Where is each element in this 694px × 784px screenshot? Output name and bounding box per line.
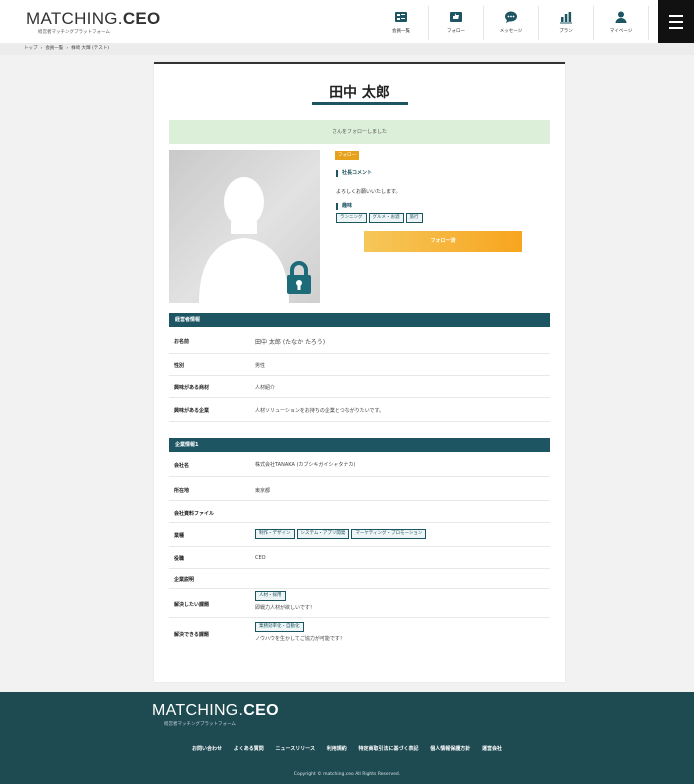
nav-plan[interactable]: プラン bbox=[539, 6, 594, 40]
hobby-tag: 旅行 bbox=[405, 213, 423, 223]
row-label: 会社資料ファイル bbox=[174, 511, 215, 517]
nav-message[interactable]: メッセージ bbox=[484, 6, 539, 40]
footer-logo[interactable]: MATCHING.CEO 経営者マッチングプラットフォーム bbox=[152, 702, 279, 727]
row-label: 業種 bbox=[174, 533, 185, 539]
table-row: 興味がある商材 人材紹介 bbox=[169, 376, 550, 398]
footer-link-company[interactable]: 運営会社 bbox=[482, 746, 502, 752]
lock-icon bbox=[287, 261, 311, 294]
table-row: 役職 CEO bbox=[169, 547, 550, 569]
plan-icon bbox=[560, 12, 572, 24]
message-icon bbox=[505, 11, 517, 23]
table-row: 企業説明 bbox=[169, 569, 550, 589]
industry-tags: 制作・デザイン システム・アプリ開発 マーケティング・プロモーション bbox=[255, 529, 427, 539]
company-name-value: 株式会社TANAKA (カブシキガイシャタナカ) bbox=[255, 462, 356, 468]
nav-plan-label: プラン bbox=[559, 29, 573, 34]
row-label: 所在地 bbox=[174, 488, 190, 494]
footer-logo-light: MATCHING. bbox=[152, 702, 244, 719]
profile-card: 田中 太郎 さんをフォローしました フォロー 社長コメント よろしくお願いいたし… bbox=[154, 62, 565, 682]
site-logo[interactable]: MATCHING.CEO 経営者マッチングプラットフォーム bbox=[26, 10, 161, 35]
breadcrumb-member-list[interactable]: 会員一覧 bbox=[45, 46, 63, 51]
location-value: 東京都 bbox=[255, 488, 271, 494]
footer-link-tokushoho[interactable]: 特定商取引法に基づく表記 bbox=[359, 746, 419, 752]
copyright: Copyright © matching.ceo All Rights Rese… bbox=[293, 772, 401, 777]
industry-tag: システム・アプリ開発 bbox=[296, 529, 350, 539]
row-label: 役職 bbox=[174, 556, 185, 562]
breadcrumb-current: 株崎 大輝 (テスト) bbox=[71, 46, 109, 51]
chevron-right-icon: › bbox=[40, 46, 43, 51]
menu-icon bbox=[669, 15, 683, 17]
table-row: 所在地 東京都 bbox=[169, 477, 550, 501]
row-label: 性別 bbox=[174, 363, 185, 369]
page-title: 田中 太郎 bbox=[329, 85, 390, 101]
hobby-tag: グルメ・お酒 bbox=[368, 213, 404, 223]
table-row: 会社名 株式会社TANAKA (カブシキガイシャタナカ) bbox=[169, 452, 550, 477]
logo-text-bold: CEO bbox=[122, 9, 161, 28]
footer-links: お問い合わせ よくある質問 ニュースリリース 利用規約 特定商取引法に基づく表記… bbox=[0, 745, 694, 752]
table-row: 業種 制作・デザイン システム・アプリ開発 マーケティング・プロモーション bbox=[169, 523, 550, 547]
hobby-tags: ランニング グルメ・お酒 旅行 bbox=[336, 213, 423, 223]
footer-link-faq[interactable]: よくある質問 bbox=[234, 746, 264, 752]
member-list-icon bbox=[395, 12, 407, 22]
footer-link-news[interactable]: ニュースリリース bbox=[275, 746, 315, 752]
logo-subtitle: 経営者マッチングプラットフォーム bbox=[38, 30, 110, 35]
nav-member-list[interactable]: 会員一覧 bbox=[374, 6, 429, 40]
row-value: 人材ソリューションをお持ちの企業とつながりたいです。 bbox=[255, 408, 385, 414]
manager-info-heading: 経営者情報 bbox=[169, 313, 550, 327]
follow-status-badge: フォロー bbox=[335, 151, 359, 160]
president-comment: よろしくお願いいたします。 bbox=[336, 189, 401, 195]
row-label: 企業説明 bbox=[174, 577, 195, 583]
row-label: 会社名 bbox=[174, 463, 190, 469]
position-value: CEO bbox=[255, 555, 266, 561]
solve-tag: 業務効率化・自動化 bbox=[255, 622, 304, 632]
mypage-icon bbox=[615, 11, 627, 23]
breadcrumb-top[interactable]: トップ bbox=[24, 46, 38, 51]
solve-text: ノウハウを生かしてご協力が可能です！ bbox=[255, 636, 345, 642]
row-value: 人材紹介 bbox=[255, 385, 276, 391]
nav-mypage[interactable]: マイページ bbox=[594, 6, 649, 40]
footer-logo-subtitle: 経営者マッチングプラットフォーム bbox=[164, 722, 236, 727]
row-label: 解決したい課題 bbox=[174, 602, 210, 608]
issue-text: 即戦力人材が欲しいです！ bbox=[255, 605, 315, 611]
logo-text-light: MATCHING. bbox=[26, 9, 123, 28]
row-label: 興味がある企業 bbox=[174, 408, 210, 414]
follow-success-message: さんをフォローしました bbox=[169, 120, 550, 144]
table-row: 解決できる課題 業務効率化・自動化 ノウハウを生かしてご協力が可能です！ bbox=[169, 618, 550, 648]
row-label: 興味がある商材 bbox=[174, 385, 210, 391]
industry-tag: マーケティング・プロモーション bbox=[351, 529, 427, 539]
table-row: 解決したい課題 人材・採用 即戦力人材が欲しいです！ bbox=[169, 589, 550, 618]
comment-heading: 社長コメント bbox=[336, 170, 372, 177]
footer-link-privacy[interactable]: 個人情報保護方針 bbox=[430, 746, 470, 752]
table-row: お名前 田中 太郎 (たなか たろう) bbox=[169, 327, 550, 354]
hobby-tag: ランニング bbox=[336, 213, 367, 223]
nav-member-list-label: 会員一覧 bbox=[392, 29, 410, 34]
profile-photo bbox=[169, 150, 320, 303]
main-nav: 会員一覧 フォロー メッセージ プラン マイページ bbox=[374, 6, 649, 40]
nav-follow-label: フォロー bbox=[447, 29, 465, 34]
table-row: 興味がある企業 人材ソリューションをお持ちの企業とつながりたいです。 bbox=[169, 398, 550, 422]
nav-message-label: メッセージ bbox=[499, 29, 523, 34]
site-footer: MATCHING.CEO 経営者マッチングプラットフォーム お問い合わせ よくあ… bbox=[0, 692, 694, 784]
title-underline bbox=[312, 102, 408, 105]
footer-logo-bold: CEO bbox=[243, 702, 279, 719]
industry-tag: 制作・デザイン bbox=[255, 529, 295, 539]
footer-link-contact[interactable]: お問い合わせ bbox=[192, 746, 222, 752]
nav-mypage-label: マイページ bbox=[609, 29, 633, 34]
table-row: 性別 男性 bbox=[169, 354, 550, 376]
row-value: 田中 太郎 (たなか たろう) bbox=[255, 339, 326, 346]
nav-follow[interactable]: フォロー bbox=[429, 6, 484, 40]
follow-icon bbox=[450, 12, 462, 22]
follow-button[interactable]: フォロー済 bbox=[364, 231, 522, 252]
breadcrumb: トップ › 会員一覧 › 株崎 大輝 (テスト) bbox=[0, 43, 694, 55]
hamburger-menu-button[interactable] bbox=[658, 0, 694, 43]
row-label: 解決できる課題 bbox=[174, 632, 209, 638]
issue-tag: 人材・採用 bbox=[255, 591, 286, 601]
row-value: 男性 bbox=[255, 363, 266, 369]
chevron-right-icon: › bbox=[66, 46, 69, 51]
site-header: MATCHING.CEO 経営者マッチングプラットフォーム 会員一覧 フォロー … bbox=[0, 0, 694, 43]
row-label: お名前 bbox=[174, 339, 190, 345]
table-row: 会社資料ファイル bbox=[169, 501, 550, 523]
hobby-heading: 趣味 bbox=[336, 203, 352, 210]
company-info-heading: 企業情報1 bbox=[169, 438, 550, 452]
footer-link-terms[interactable]: 利用規約 bbox=[327, 746, 347, 752]
